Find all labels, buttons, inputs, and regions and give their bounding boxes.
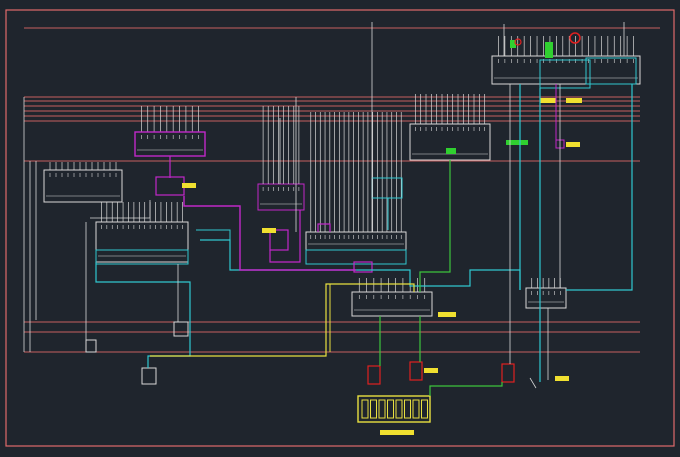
- relay-contact: [367, 365, 381, 385]
- panel-f: [305, 231, 407, 251]
- cad-drawing-canvas: [0, 0, 680, 453]
- yellow-tag: [262, 228, 276, 233]
- green-tag: [506, 140, 528, 145]
- small-component: [141, 367, 157, 385]
- red-marker: [569, 32, 581, 44]
- panel-j: [351, 291, 433, 317]
- relay-contact: [501, 363, 515, 383]
- cyan-wire: [200, 239, 521, 290]
- yellow-tag: [424, 368, 438, 373]
- terminal-slot: [421, 399, 428, 419]
- terminal-slot: [387, 399, 394, 419]
- module-a: [134, 131, 206, 157]
- small-component: [85, 339, 97, 353]
- drawing-border: [5, 9, 675, 447]
- green-tag: [446, 148, 456, 154]
- yellow-tag: [540, 98, 556, 103]
- white-wire: [529, 377, 537, 389]
- module-e: [257, 183, 305, 211]
- white-wire: [90, 200, 151, 219]
- terminal-slot: [370, 399, 377, 419]
- module-a-frame: [134, 131, 206, 157]
- yellow-tag: [566, 142, 580, 147]
- yellow-tag: [566, 98, 582, 103]
- terminal-slot: [404, 399, 411, 419]
- cyan-wire: [566, 84, 633, 291]
- panel-i-cyan-2: [585, 57, 637, 85]
- terminal-slot: [412, 399, 420, 419]
- magenta-wire: [269, 210, 301, 263]
- green-wire: [429, 382, 503, 396]
- cyan-wire: [196, 229, 231, 248]
- relay-contact: [409, 361, 423, 381]
- panel-h: [409, 123, 491, 161]
- green-wire: [419, 160, 451, 292]
- terminal-slot: [361, 399, 369, 419]
- green-tag: [545, 42, 553, 58]
- yellow-tag: [182, 183, 196, 188]
- small-component: [173, 321, 189, 337]
- terminal-slot: [378, 399, 386, 419]
- terminal-slot: [395, 399, 403, 419]
- module-d: [155, 176, 185, 196]
- yellow-tag: [555, 376, 569, 381]
- schematic-drawing: [5, 9, 675, 447]
- magenta-wire: [317, 223, 331, 232]
- yellow-tag: [438, 312, 456, 317]
- yellow-tag: [380, 430, 414, 435]
